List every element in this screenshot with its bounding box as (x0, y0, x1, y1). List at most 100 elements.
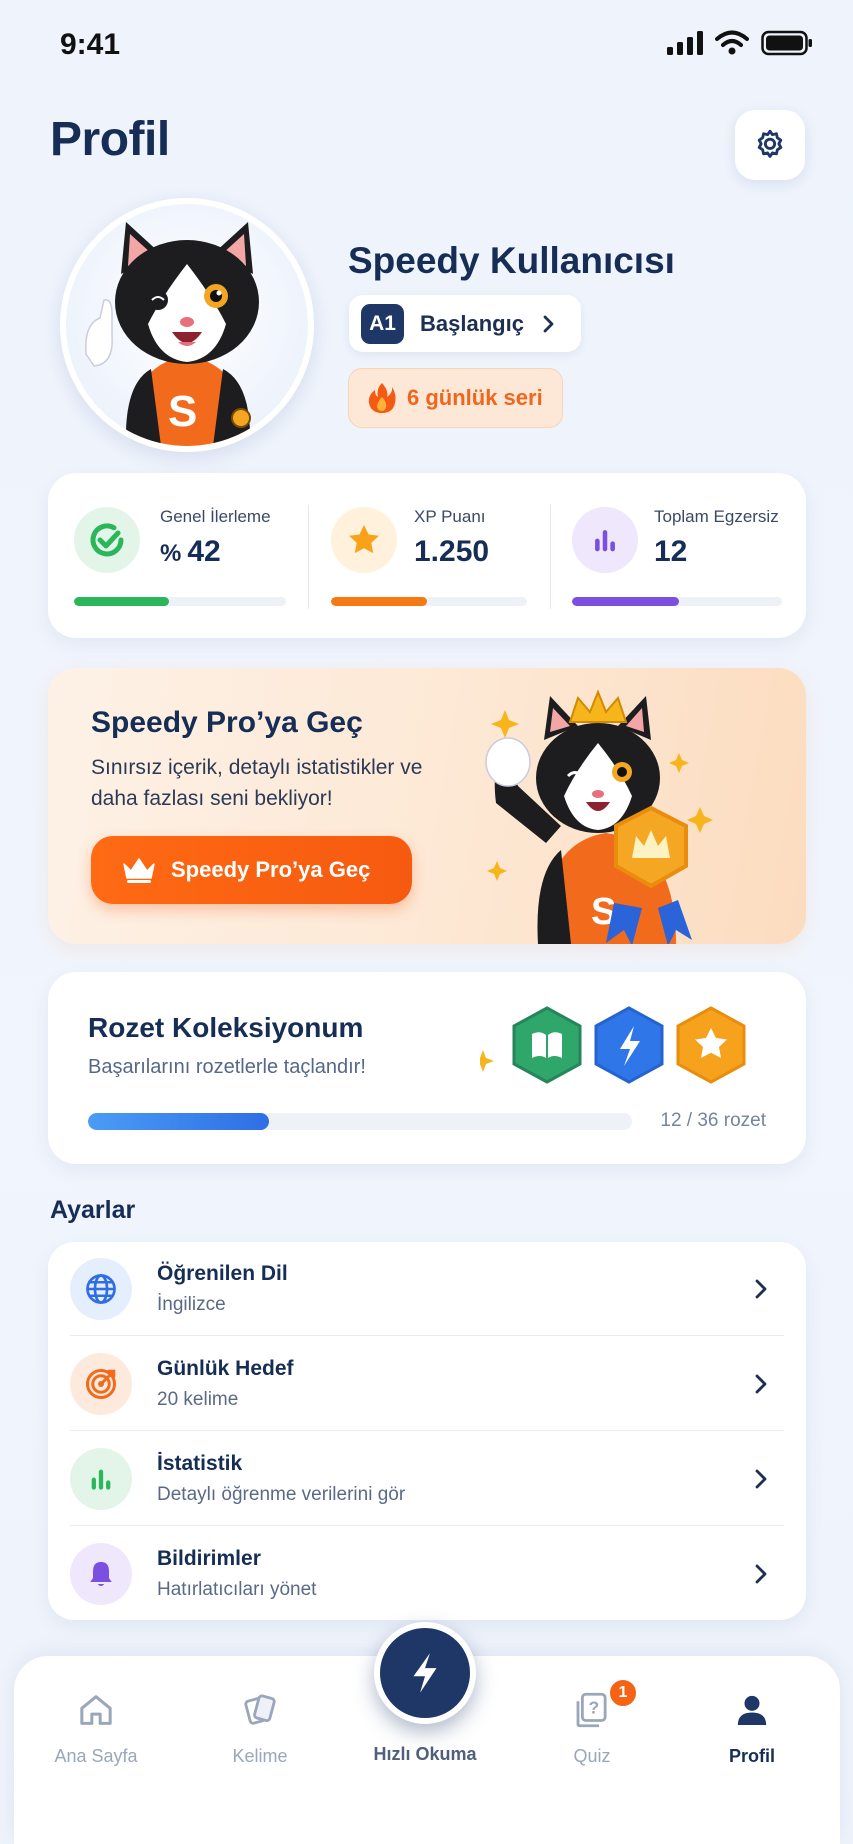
badge-collection-card[interactable]: Rozet Koleksiyonum Başarılarını rozetler… (48, 972, 806, 1164)
stat-label: XP Puanı (414, 507, 486, 526)
chevron-right-icon (755, 1374, 767, 1394)
setting-subtitle: 20 kelime (157, 1389, 239, 1410)
chevron-right-icon (755, 1469, 767, 1489)
stat-total-exercises: Toplam Egzersiz 12 (552, 473, 806, 638)
star-icon (331, 507, 397, 573)
setting-subtitle: Detaylı öğrenme verilerini gör (157, 1484, 406, 1505)
badge-count: 12 / 36 rozet (660, 1110, 766, 1131)
progress-check-icon (74, 507, 140, 573)
stat-prefix: % (160, 540, 182, 567)
settings-list: Öğrenilen Dil İngilizce Günlük Hedef 20 … (48, 1242, 806, 1620)
setting-title: Bildirimler (157, 1547, 261, 1570)
status-bar: 9:41 (0, 0, 853, 90)
crown-icon (123, 858, 155, 883)
speed-reading-fab[interactable] (374, 1622, 476, 1724)
globe-icon (70, 1258, 132, 1320)
stat-label: Toplam Egzersiz (654, 507, 779, 526)
tab-label: Quiz (573, 1746, 611, 1766)
badge-subtitle: Başarılarını rozetlerle taçlandır! (88, 1056, 366, 1078)
stat-label: Genel İlerleme (160, 507, 271, 526)
avatar[interactable]: S (60, 198, 314, 452)
stat-xp-points: XP Puanı 1.250 (310, 473, 550, 638)
fire-icon (368, 383, 396, 413)
stat-overall-progress: Genel İlerleme % 42 (48, 473, 308, 638)
flashcards-icon (244, 1694, 276, 1725)
cat-king-mascot-image: S (485, 689, 713, 944)
chevron-right-icon (755, 1564, 767, 1584)
quiz-notification-badge: 1 (608, 1678, 638, 1708)
chevron-right-icon (543, 315, 554, 332)
stat-progress-bar (74, 597, 286, 606)
home-icon (80, 1695, 112, 1725)
stats-card: Genel İlerleme % 42 XP Puanı 1.250 Toplam… (48, 473, 806, 638)
badge-icons (480, 1006, 746, 1084)
divider (70, 1335, 784, 1336)
setting-title: Öğrenilen Dil (157, 1262, 288, 1285)
book-badge-icon (512, 1006, 582, 1084)
lightning-icon (413, 1653, 437, 1693)
stat-number: 42 (187, 535, 221, 568)
target-icon (70, 1353, 132, 1415)
lightning-badge-icon (594, 1006, 664, 1084)
star-badge-icon (676, 1006, 746, 1084)
tab-home[interactable]: Ana Sayfa (26, 1686, 166, 1767)
pro-button-label: Speedy Pro’ya Geç (171, 857, 371, 882)
svg-text:S: S (168, 387, 197, 436)
divider (70, 1430, 784, 1431)
tab-label: Profil (728, 1746, 775, 1766)
setting-title: İstatistik (157, 1452, 243, 1475)
setting-subtitle: Hatırlatıcıları yönet (157, 1579, 317, 1600)
tab-label: Ana Sayfa (54, 1746, 138, 1766)
chevron-right-icon (755, 1279, 767, 1299)
level-code-badge: A1 (361, 303, 404, 344)
setting-title: Günlük Hedef (157, 1357, 294, 1380)
pro-upgrade-button[interactable]: Speedy Pro’ya Geç (91, 836, 412, 904)
user-name: Speedy Kullanıcısı (348, 240, 675, 281)
stat-progress-bar (331, 597, 527, 606)
quiz-icon: ? (576, 1692, 607, 1728)
svg-text:?: ? (589, 1698, 600, 1718)
stat-progress-fill (74, 597, 170, 606)
wifi-icon (715, 30, 749, 55)
setting-learned-language[interactable]: Öğrenilen Dil İngilizce (48, 1242, 806, 1336)
pro-upgrade-card[interactable]: Speedy Pro’ya Geç Sınırsız içerik, detay… (48, 668, 806, 944)
badge-progress-fill (88, 1113, 270, 1130)
stat-value: 1.250 (414, 535, 489, 569)
stat-number: 1.250 (414, 535, 490, 568)
tab-speed-reading[interactable]: Hızlı Okuma (355, 1744, 495, 1765)
pro-description: Sınırsız içerik, detaylı istatistikler v… (91, 756, 423, 810)
stat-progress-fill (331, 597, 428, 606)
stat-number: 12 (654, 535, 688, 568)
tab-profile[interactable]: Profil (682, 1686, 822, 1767)
settings-button[interactable] (735, 110, 805, 180)
user-icon (737, 1695, 767, 1725)
bar-chart-icon (572, 507, 638, 573)
tab-label: Hızlı Okuma (373, 1744, 477, 1764)
pro-title: Speedy Pro’ya Geç (91, 706, 363, 739)
badge-title: Rozet Koleksiyonum (88, 1012, 364, 1043)
signal-icon (667, 31, 703, 55)
stat-progress-fill (572, 597, 680, 606)
level-name: Başlangıç (420, 310, 524, 336)
tab-words[interactable]: Kelime (190, 1686, 330, 1767)
streak-text: 6 günlük seri (407, 385, 543, 410)
divider (308, 505, 309, 609)
divider (550, 505, 551, 609)
badge-progress-bar (88, 1113, 632, 1130)
status-time: 9:41 (60, 28, 121, 61)
settings-section-title: Ayarlar (50, 1196, 136, 1224)
setting-notifications[interactable]: Bildirimler Hatırlatıcıları yönet (48, 1527, 806, 1621)
streak-chip: 6 günlük seri (348, 368, 563, 428)
setting-statistics[interactable]: İstatistik Detaylı öğrenme verilerini gö… (48, 1432, 806, 1526)
stat-value: 12 (654, 535, 687, 569)
stat-value: % 42 (160, 535, 221, 569)
cat-mascot-image: S (85, 222, 259, 446)
setting-subtitle: İngilizce (157, 1294, 226, 1315)
page-title: Profil (50, 113, 170, 166)
tab-quiz[interactable]: ? 1 Quiz (522, 1678, 662, 1767)
status-icons (667, 30, 813, 56)
level-chip[interactable]: A1 Başlangıç (349, 295, 581, 352)
bar-chart-icon (70, 1448, 132, 1510)
setting-daily-goal[interactable]: Günlük Hedef 20 kelime (48, 1337, 806, 1431)
divider (70, 1525, 784, 1526)
